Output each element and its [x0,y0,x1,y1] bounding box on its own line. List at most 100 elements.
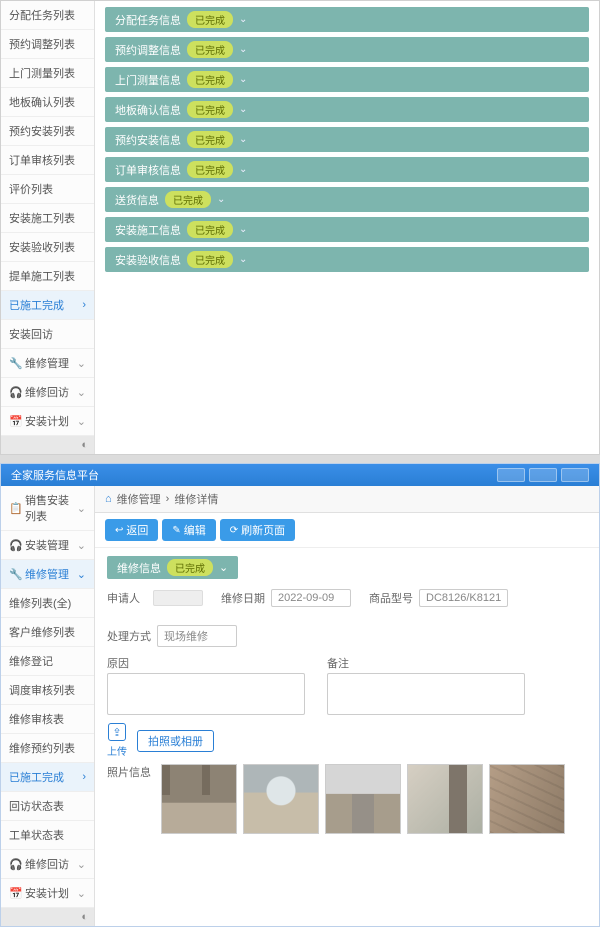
label-method: 处理方式 [107,628,151,644]
textarea-note[interactable] [327,673,525,715]
sidebar-item[interactable]: 维修登记 [1,647,94,676]
value-product: DC8126/K8121 [419,589,508,607]
sidebar-group[interactable]: 📅安装计划⌄ [1,879,94,908]
sidebar-item[interactable]: 订单审核列表 [1,146,94,175]
wrench-icon: 🔧 [9,568,21,581]
sidebar-item[interactable]: 调度审核列表 [1,676,94,705]
calendar-icon: 📅 [9,887,21,900]
sidebar-item-selected[interactable]: 已施工完成› [1,763,94,792]
chevron-down-icon: ⌄ [77,357,86,370]
sidebar-item-selected[interactable]: 已施工完成› [1,291,94,320]
sidebar-item[interactable]: 分配任务列表 [1,1,94,30]
photo-thumbnail[interactable] [407,764,483,834]
chevron-down-icon: ⌄ [239,74,247,85]
photo-thumbnail[interactable] [489,764,565,834]
chevron-down-icon: ⌄ [239,134,247,145]
upload-icon[interactable]: ⇪ [108,723,126,741]
status-badge: 已完成 [187,41,233,58]
crumb-item: 维修详情 [174,491,218,507]
photo-thumbnail[interactable] [325,764,401,834]
sidebar-item[interactable]: 评价列表 [1,175,94,204]
gallery: 照片信息 [107,764,587,834]
sidebar-item[interactable]: 维修列表(全) [1,589,94,618]
sidebar-item[interactable]: 维修审核表 [1,705,94,734]
sidebar-group-open[interactable]: 🔧维修管理⌄ [1,560,94,589]
sidebar-item[interactable]: 预约调整列表 [1,30,94,59]
status-badge: 已完成 [187,131,233,148]
refresh-button[interactable]: ⟳刷新页面 [220,519,295,541]
accordion-row[interactable]: 上门测量信息已完成⌄ [105,67,589,92]
crumb-item[interactable]: 维修管理 [117,491,161,507]
header-tray [497,468,589,482]
chevron-right-icon: › [82,299,86,311]
status-badge: 已完成 [165,191,211,208]
accordion-row[interactable]: 订单审核信息已完成⌄ [105,157,589,182]
label-note: 备注 [327,655,525,671]
accordion-row[interactable]: 预约安装信息已完成⌄ [105,127,589,152]
label-applicant: 申请人 [107,590,147,606]
sidebar-item[interactable]: 回访状态表 [1,792,94,821]
sidebar-item[interactable]: 客户维修列表 [1,618,94,647]
home-icon[interactable]: ⌂ [105,493,112,505]
accordion-row[interactable]: 分配任务信息已完成⌄ [105,7,589,32]
app-header: 全家服务信息平台 [1,464,599,486]
sidebar-item[interactable]: 地板确认列表 [1,88,94,117]
section-header[interactable]: 维修信息 已完成 ⌄ [107,556,238,579]
sidebar-collapse[interactable]: ◐ [1,908,94,926]
edit-button[interactable]: ✎编辑 [162,519,215,541]
sidebar-item[interactable]: 安装施工列表 [1,204,94,233]
label-product: 商品型号 [369,590,413,606]
sidebar-item[interactable]: 预约安装列表 [1,117,94,146]
clipboard-icon: 📋 [9,502,21,515]
breadcrumb: ⌂ 维修管理 › 维修详情 [95,486,599,513]
sidebar-collapse[interactable]: ◐ [1,436,94,454]
accordion-row[interactable]: 送货信息已完成⌄ [105,187,589,212]
tray-item[interactable] [529,468,557,482]
chevron-down-icon: ⌄ [219,561,228,574]
sidebar-group[interactable]: 📅安装计划⌄ [1,407,94,436]
photo-thumbnail[interactable] [161,764,237,834]
accordion-row[interactable]: 安装施工信息已完成⌄ [105,217,589,242]
textarea-reason[interactable] [107,673,305,715]
tray-item[interactable] [561,468,589,482]
chevron-down-icon: ⌄ [77,502,86,515]
content: 维修信息 已完成 ⌄ 申请人 维修日期2022-09-09 商品型号DC8126… [95,548,599,850]
value-method: 现场维修 [157,625,237,647]
sidebar-group[interactable]: 📋销售安装列表⌄ [1,486,94,531]
chevron-down-icon: ⌄ [77,415,86,428]
sidebar-item[interactable]: 维修预约列表 [1,734,94,763]
sidebar-group[interactable]: 🎧安装管理⌄ [1,531,94,560]
photo-thumbnail[interactable] [243,764,319,834]
status-badge: 已完成 [187,71,233,88]
sidebar-group[interactable]: 🔧维修管理⌄ [1,349,94,378]
accordion-row[interactable]: 预约调整信息已完成⌄ [105,37,589,62]
wrench-icon: 🔧 [9,357,21,370]
accordion-row[interactable]: 安装验收信息已完成⌄ [105,247,589,272]
sidebar-item[interactable]: 工单状态表 [1,821,94,850]
sidebar-item[interactable]: 提单施工列表 [1,262,94,291]
chevron-down-icon: ⌄ [239,44,247,55]
upload-button[interactable]: 拍照或相册 [137,730,214,752]
chevron-down-icon: ⌄ [239,14,247,25]
sidebar-group[interactable]: 🎧维修回访⌄ [1,850,94,879]
sidebar-item[interactable]: 上门测量列表 [1,59,94,88]
textarea-row: 原因 备注 [107,655,587,715]
gallery-label: 照片信息 [107,764,151,780]
back-button[interactable]: ↩返回 [105,519,158,541]
headset-icon: 🎧 [9,539,21,552]
sidebar-item[interactable]: 安装回访 [1,320,94,349]
top-main: 分配任务信息已完成⌄ 预约调整信息已完成⌄ 上门测量信息已完成⌄ 地板确认信息已… [95,1,599,454]
sidebar-item[interactable]: 安装验收列表 [1,233,94,262]
status-badge: 已完成 [187,11,233,28]
app-title: 全家服务信息平台 [11,467,99,483]
status-badge: 已完成 [187,221,233,238]
arrow-left-icon: ↩ [115,525,123,536]
form-row: 申请人 维修日期2022-09-09 商品型号DC8126/K8121 处理方式… [107,589,587,647]
sidebar-group[interactable]: 🎧维修回访⌄ [1,378,94,407]
collapse-icon: ◐ [81,439,88,451]
tray-item[interactable] [497,468,525,482]
status-badge: 已完成 [187,161,233,178]
toolbar: ↩返回 ✎编辑 ⟳刷新页面 [95,513,599,548]
accordion-row[interactable]: 地板确认信息已完成⌄ [105,97,589,122]
bottom-sidebar: 📋销售安装列表⌄ 🎧安装管理⌄ 🔧维修管理⌄ 维修列表(全) 客户维修列表 维修… [1,486,95,926]
